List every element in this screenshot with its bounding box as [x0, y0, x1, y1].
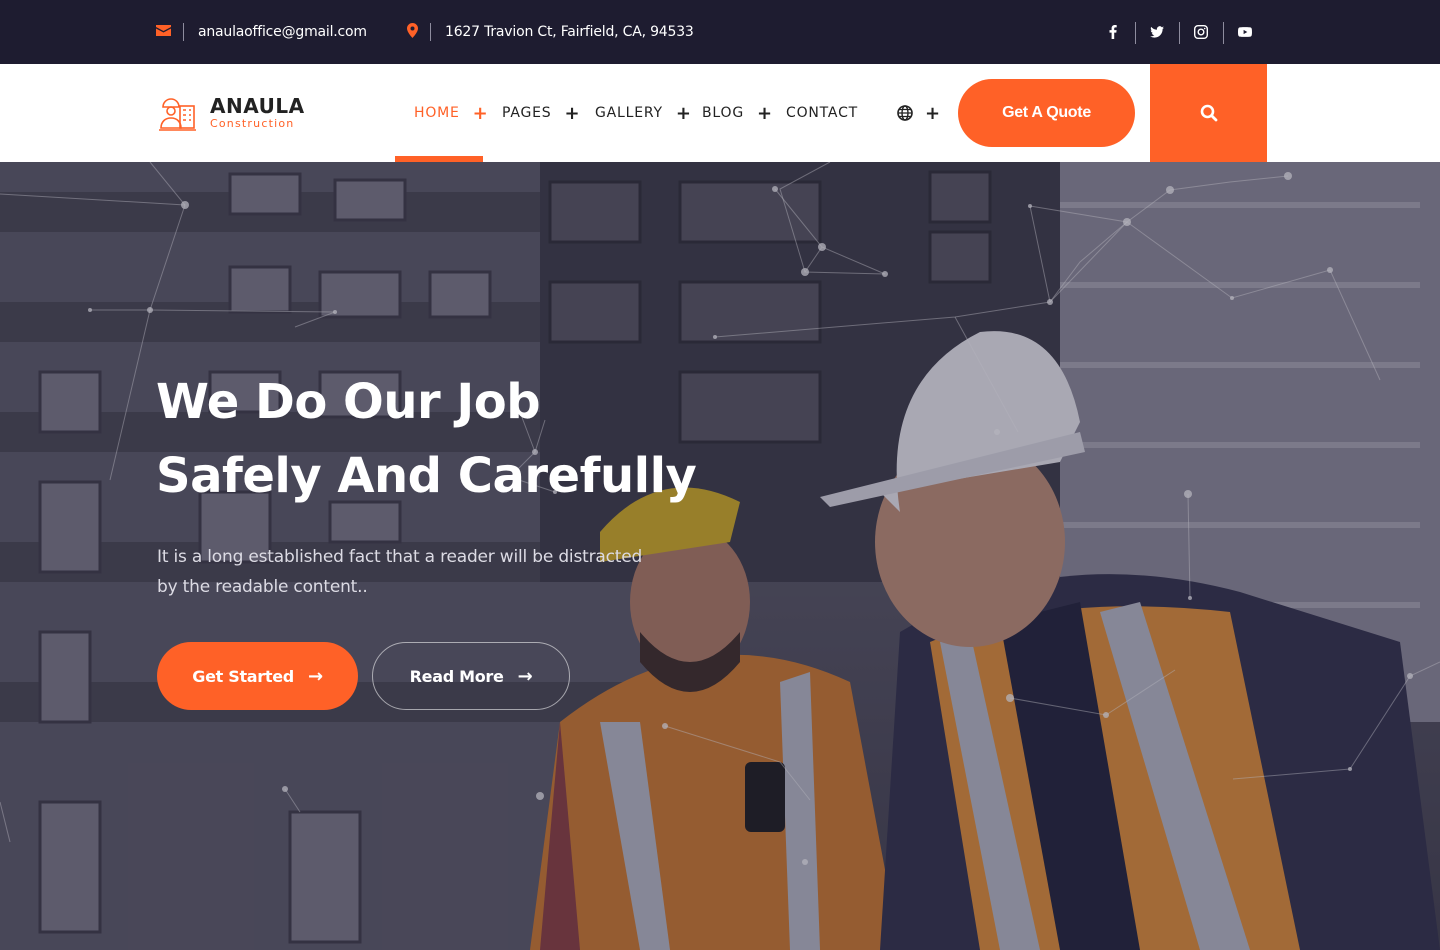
instagram-icon[interactable]	[1179, 0, 1223, 64]
hero-title-line-1: We Do Our Job	[156, 374, 541, 430]
location-pin-icon	[407, 22, 418, 42]
nav-item-pages[interactable]: PAGES +	[502, 64, 580, 162]
address-text: 1627 Travion Ct, Fairfield, CA, 94533	[445, 24, 694, 40]
read-more-label: Read More	[409, 666, 504, 686]
get-a-quote-button[interactable]: Get A Quote	[958, 79, 1135, 147]
get-started-label: Get Started	[192, 666, 294, 686]
nav-item-blog[interactable]: BLOG +	[702, 64, 773, 162]
email-text: anaulaoffice@gmail.com	[198, 24, 367, 40]
arrow-right-icon: →	[307, 665, 323, 687]
brand-subtitle: Construction	[210, 117, 295, 130]
nav-item-home[interactable]: HOME +	[414, 64, 489, 162]
main-header: ANAULA Construction HOME + PAGES + GALLERY…	[0, 64, 1440, 162]
nav-label-pages: PAGES	[502, 105, 552, 121]
youtube-icon[interactable]	[1223, 0, 1267, 64]
top-bar: anaulaoffice@gmail.com 1627 Travion Ct, …	[0, 0, 1440, 64]
twitter-icon[interactable]	[1135, 0, 1179, 64]
envelope-icon	[156, 24, 171, 40]
worker-logo-icon	[159, 98, 196, 131]
contact-address: 1627 Travion Ct, Fairfield, CA, 94533	[407, 0, 694, 64]
nav-item-contact[interactable]: CONTACT	[786, 64, 858, 162]
arrow-right-icon: →	[517, 665, 533, 687]
contact-email[interactable]: anaulaoffice@gmail.com	[156, 0, 367, 64]
plus-icon: +	[925, 102, 941, 124]
logo[interactable]: ANAULA Construction	[156, 92, 305, 134]
search-icon	[1200, 104, 1217, 122]
hero-description-line-2: by the readable content..	[157, 577, 368, 597]
hero-section: We Do Our Job Safely And Carefully It is…	[0, 162, 1440, 950]
read-more-button[interactable]: Read More →	[372, 642, 570, 710]
get-started-button[interactable]: Get Started →	[157, 642, 358, 710]
search-button[interactable]	[1150, 64, 1267, 162]
nav-label-home: HOME	[414, 105, 460, 121]
nav-item-gallery[interactable]: GALLERY +	[595, 64, 692, 162]
divider	[183, 23, 184, 41]
plus-icon: +	[564, 102, 581, 124]
hero-description-line-1: It is a long established fact that a rea…	[157, 547, 643, 567]
language-switcher[interactable]: +	[897, 64, 940, 162]
nav-label-gallery: GALLERY	[595, 105, 663, 121]
brand-name: ANAULA	[210, 94, 305, 118]
nav-label-blog: BLOG	[702, 105, 744, 121]
nav-label-contact: CONTACT	[786, 105, 858, 121]
plus-icon: +	[756, 102, 773, 124]
facebook-icon[interactable]	[1091, 0, 1135, 64]
hero-title-line-2: Safely And Carefully	[156, 448, 697, 504]
social-links	[1091, 0, 1267, 64]
globe-icon	[897, 105, 913, 121]
plus-icon: +	[472, 102, 489, 124]
plus-icon: +	[675, 102, 692, 124]
divider	[430, 23, 431, 41]
hero-description: It is a long established fact that a rea…	[157, 542, 697, 602]
